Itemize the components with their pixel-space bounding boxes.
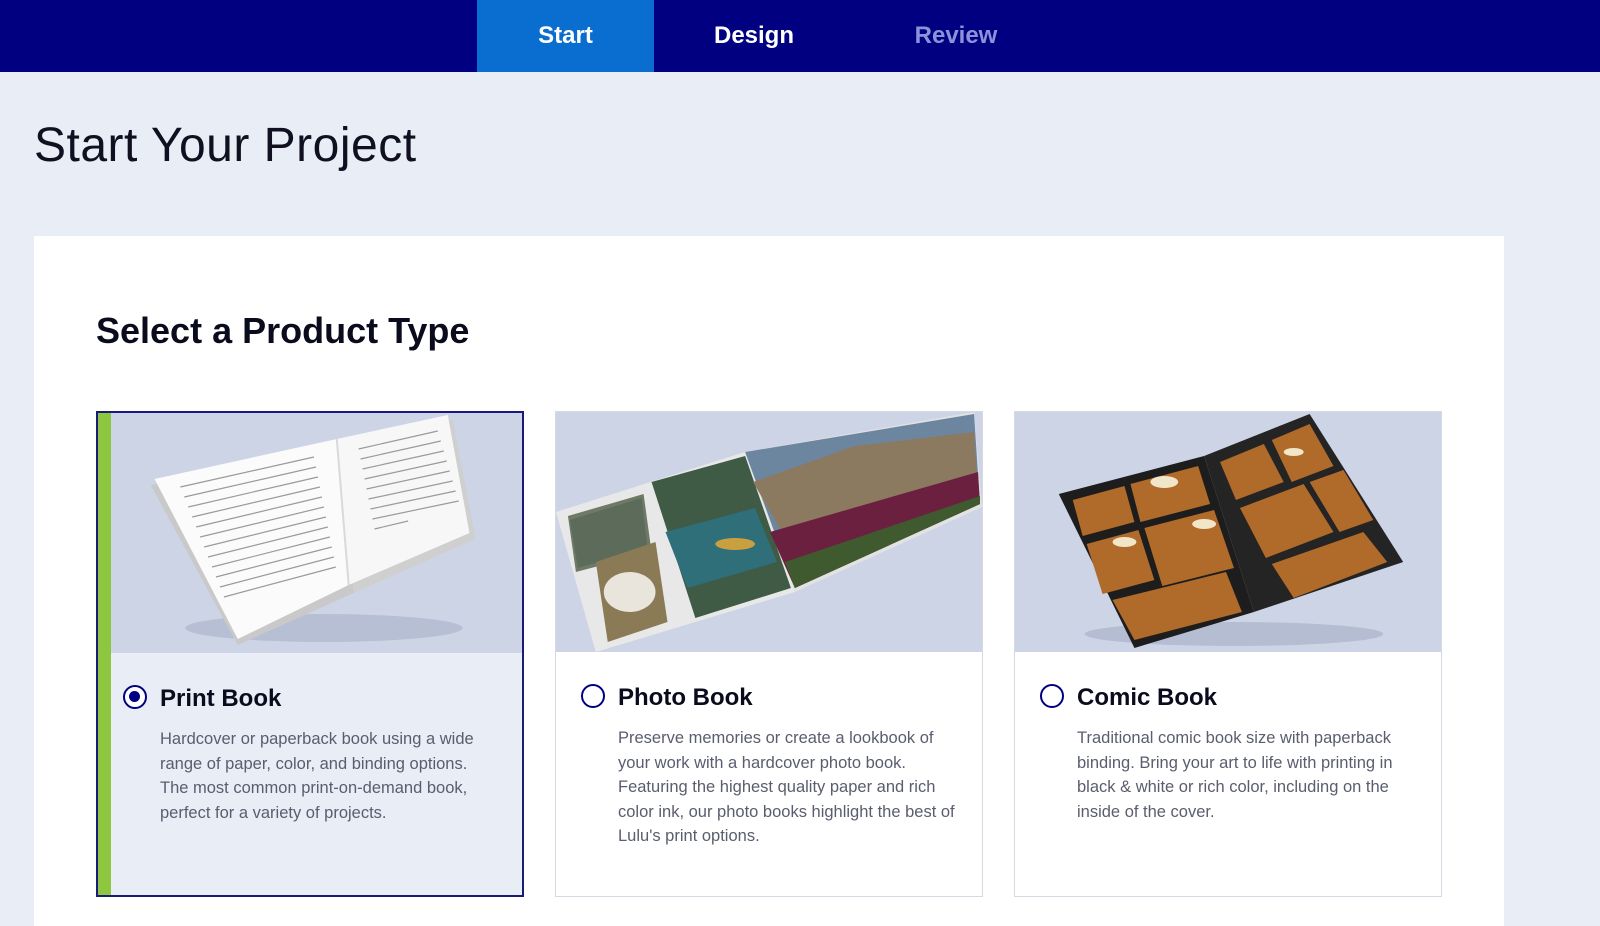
product-card-print-book[interactable]: Print Book Hardcover or paperback book u… (96, 411, 524, 897)
photo-book-radio[interactable] (581, 684, 605, 708)
product-description: Preserve memories or create a lookbook o… (618, 729, 955, 845)
product-description: Hardcover or paperback book using a wide… (160, 730, 474, 822)
radio-selected-dot (129, 691, 140, 702)
product-type-panel: Select a Product Type Print Book Hardcov… (34, 236, 1504, 926)
tab-start[interactable]: Start (477, 0, 654, 72)
section-title: Select a Product Type (96, 310, 470, 351)
product-card-photo-book[interactable]: Photo Book Preserve memories or create a… (555, 411, 983, 897)
open-photo-book-image (556, 412, 982, 652)
comic-book-radio[interactable] (1040, 684, 1064, 708)
page-title: Start Your Project (34, 119, 417, 172)
product-title: Photo Book (618, 684, 753, 711)
product-title: Comic Book (1077, 684, 1218, 711)
print-book-radio[interactable] (123, 685, 147, 709)
open-print-book-image (111, 413, 522, 653)
product-card-comic-book[interactable]: Comic Book Traditional comic book size w… (1014, 411, 1442, 897)
product-title: Print Book (160, 685, 282, 712)
top-nav-bar: Start Design Review (0, 0, 1600, 72)
tab-design[interactable]: Design (654, 0, 854, 72)
tab-review[interactable]: Review (856, 0, 1056, 72)
product-description: Traditional comic book size with paperba… (1077, 729, 1393, 821)
open-comic-book-image (1015, 412, 1441, 652)
selected-accent-bar (98, 413, 111, 895)
